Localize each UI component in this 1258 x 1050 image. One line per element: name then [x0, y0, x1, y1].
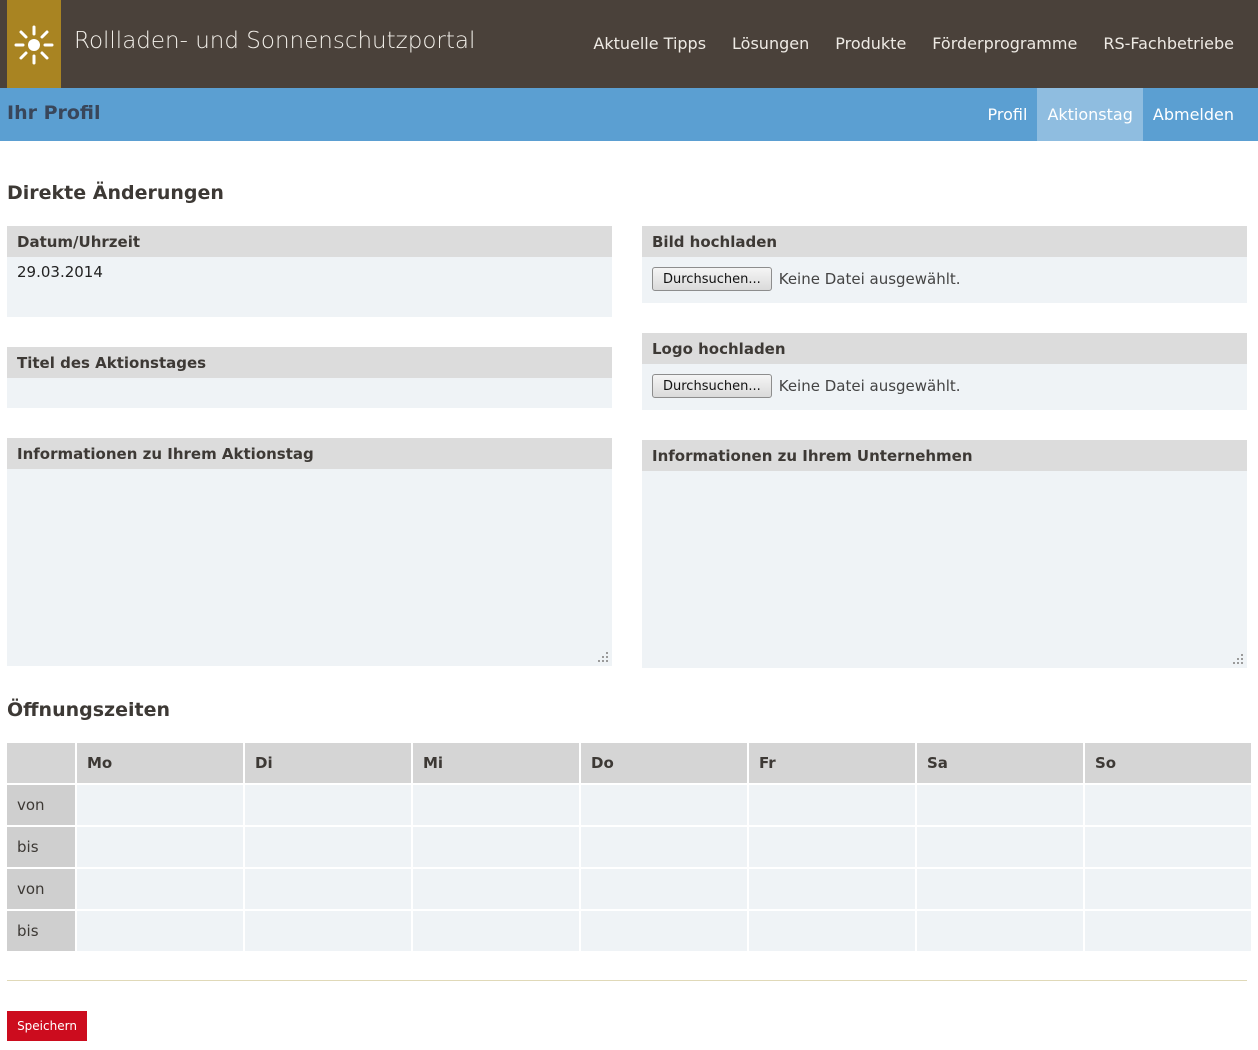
- time-input[interactable]: [77, 785, 243, 825]
- info-company-textarea[interactable]: [642, 471, 1247, 661]
- table-row: bis: [7, 827, 1251, 867]
- time-input[interactable]: [1085, 785, 1251, 825]
- table-corner: [7, 743, 75, 783]
- image-file-status: Keine Datei ausgewählt.: [778, 270, 961, 288]
- title-panel: Titel des Aktionstages: [7, 347, 612, 408]
- nav-aktuelle-tipps[interactable]: Aktuelle Tipps: [593, 34, 706, 53]
- profile-nav: Profil Aktionstag Abmelden: [978, 88, 1244, 141]
- info-company-label: Informationen zu Ihrem Unternehmen: [642, 440, 1247, 471]
- section-heading-hours: Öffnungszeiten: [7, 699, 170, 721]
- site-title[interactable]: Rollladen- und Sonnenschutzportal: [74, 28, 475, 54]
- time-input[interactable]: [413, 869, 579, 909]
- time-input[interactable]: [749, 785, 915, 825]
- column-header: Do: [581, 743, 747, 783]
- table-row: bis: [7, 911, 1251, 951]
- time-input[interactable]: [245, 869, 411, 909]
- nav-foerderprogramme[interactable]: Förderprogramme: [932, 34, 1077, 53]
- time-input[interactable]: [77, 827, 243, 867]
- info-day-textarea[interactable]: [7, 469, 612, 659]
- time-input[interactable]: [917, 827, 1083, 867]
- time-input[interactable]: [917, 785, 1083, 825]
- sun-icon: [14, 25, 54, 65]
- column-header: Sa: [917, 743, 1083, 783]
- divider: [7, 980, 1247, 981]
- time-input[interactable]: [413, 827, 579, 867]
- profile-bar: Ihr Profil Profil Aktionstag Abmelden: [0, 88, 1258, 141]
- resize-grip-icon[interactable]: [1233, 654, 1244, 665]
- image-upload-panel: Bild hochladen Durchsuchen... Keine Date…: [642, 226, 1247, 303]
- table-header-row: Mo Di Mi Do Fr Sa So: [7, 743, 1251, 783]
- row-label: von: [7, 785, 75, 825]
- info-day-label: Informationen zu Ihrem Aktionstag: [7, 438, 612, 469]
- site-header: Rollladen- und Sonnenschutzportal Aktuel…: [0, 0, 1258, 88]
- main-nav: Aktuelle Tipps Lösungen Produkte Förderp…: [567, 34, 1234, 53]
- nav-rs-fachbetriebe[interactable]: RS-Fachbetriebe: [1103, 34, 1234, 53]
- tab-profil[interactable]: Profil: [978, 88, 1038, 141]
- logo-upload-panel: Logo hochladen Durchsuchen... Keine Date…: [642, 333, 1247, 410]
- nav-loesungen[interactable]: Lösungen: [732, 34, 809, 53]
- time-input[interactable]: [77, 911, 243, 951]
- time-input[interactable]: [917, 869, 1083, 909]
- nav-produkte[interactable]: Produkte: [835, 34, 906, 53]
- image-file-input[interactable]: Durchsuchen... Keine Datei ausgewählt.: [642, 257, 1247, 301]
- time-input[interactable]: [245, 827, 411, 867]
- column-header: Fr: [749, 743, 915, 783]
- time-input[interactable]: [749, 869, 915, 909]
- time-input[interactable]: [413, 785, 579, 825]
- image-browse-button[interactable]: Durchsuchen...: [652, 267, 772, 291]
- time-input[interactable]: [749, 911, 915, 951]
- title-label: Titel des Aktionstages: [7, 347, 612, 378]
- time-input[interactable]: [749, 827, 915, 867]
- time-input[interactable]: [581, 785, 747, 825]
- table-row: von: [7, 785, 1251, 825]
- time-input[interactable]: [245, 785, 411, 825]
- info-day-panel: Informationen zu Ihrem Aktionstag: [7, 438, 612, 666]
- datetime-label: Datum/Uhrzeit: [7, 226, 612, 257]
- resize-grip-icon[interactable]: [598, 652, 609, 663]
- datetime-panel: Datum/Uhrzeit 29.03.2014: [7, 226, 612, 317]
- time-input[interactable]: [1085, 827, 1251, 867]
- logo-file-input[interactable]: Durchsuchen... Keine Datei ausgewählt.: [642, 364, 1247, 408]
- logo-upload-label: Logo hochladen: [642, 333, 1247, 364]
- row-label: bis: [7, 827, 75, 867]
- site-logo[interactable]: [7, 0, 61, 88]
- time-input[interactable]: [1085, 911, 1251, 951]
- column-header: Mo: [77, 743, 243, 783]
- save-button[interactable]: Speichern: [7, 1011, 87, 1041]
- time-input[interactable]: [245, 911, 411, 951]
- time-input[interactable]: [581, 911, 747, 951]
- datetime-field[interactable]: 29.03.2014: [7, 257, 612, 287]
- page-title: Ihr Profil: [7, 102, 101, 124]
- tab-abmelden[interactable]: Abmelden: [1143, 88, 1244, 141]
- time-input[interactable]: [77, 869, 243, 909]
- title-input[interactable]: [7, 378, 612, 408]
- column-header: Mi: [413, 743, 579, 783]
- opening-hours-table: Mo Di Mi Do Fr Sa So von bis von bis: [5, 741, 1253, 953]
- logo-file-status: Keine Datei ausgewählt.: [778, 377, 961, 395]
- row-label: bis: [7, 911, 75, 951]
- row-label: von: [7, 869, 75, 909]
- image-upload-label: Bild hochladen: [642, 226, 1247, 257]
- section-heading-direct: Direkte Änderungen: [7, 182, 224, 204]
- info-company-panel: Informationen zu Ihrem Unternehmen: [642, 440, 1247, 668]
- tab-aktionstag[interactable]: Aktionstag: [1037, 88, 1143, 141]
- column-header: So: [1085, 743, 1251, 783]
- time-input[interactable]: [917, 911, 1083, 951]
- column-header: Di: [245, 743, 411, 783]
- time-input[interactable]: [1085, 869, 1251, 909]
- logo-browse-button[interactable]: Durchsuchen...: [652, 374, 772, 398]
- time-input[interactable]: [581, 869, 747, 909]
- time-input[interactable]: [581, 827, 747, 867]
- table-row: von: [7, 869, 1251, 909]
- time-input[interactable]: [413, 911, 579, 951]
